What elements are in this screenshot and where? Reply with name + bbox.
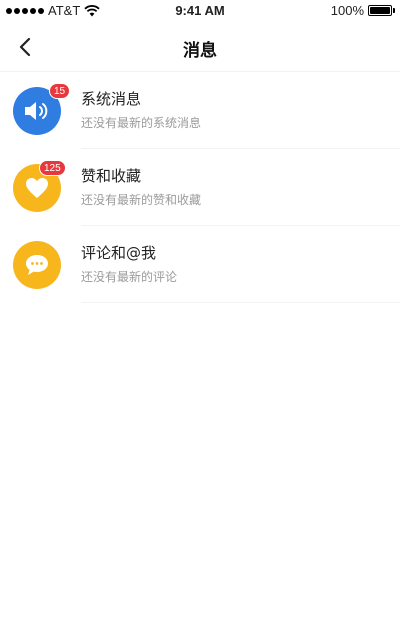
message-item-comments[interactable]: 评论和@我 还没有最新的评论 <box>0 226 400 303</box>
battery-percent: 100% <box>330 3 364 18</box>
status-bar: AT&T 9:41 AM 100% <box>0 0 400 22</box>
status-right: 100% <box>330 3 395 18</box>
message-subtitle: 还没有最新的赞和收藏 <box>81 193 202 207</box>
speaker-icon <box>25 102 48 120</box>
message-title: 系统消息 <box>81 90 142 108</box>
page-title: 消息 <box>183 41 217 61</box>
unread-badge: 125 <box>39 160 66 176</box>
battery-icon <box>368 5 395 16</box>
heart-icon <box>26 178 48 198</box>
chat-bubble-icon <box>26 255 48 275</box>
unread-badge: 15 <box>49 83 71 99</box>
message-title: 评论和@我 <box>81 244 157 262</box>
message-subtitle: 还没有最新的评论 <box>81 270 178 284</box>
comments-avatar <box>13 241 61 289</box>
message-list: 15 系统消息 还没有最新的系统消息 125 赞和收藏 还没有最新的赞和收藏 评… <box>0 72 400 303</box>
message-item-system[interactable]: 15 系统消息 还没有最新的系统消息 <box>0 72 400 149</box>
message-title: 赞和收藏 <box>81 167 142 185</box>
message-subtitle: 还没有最新的系统消息 <box>81 116 202 130</box>
message-item-likes[interactable]: 125 赞和收藏 还没有最新的赞和收藏 <box>0 149 400 226</box>
nav-bar: 消息 <box>0 22 400 72</box>
